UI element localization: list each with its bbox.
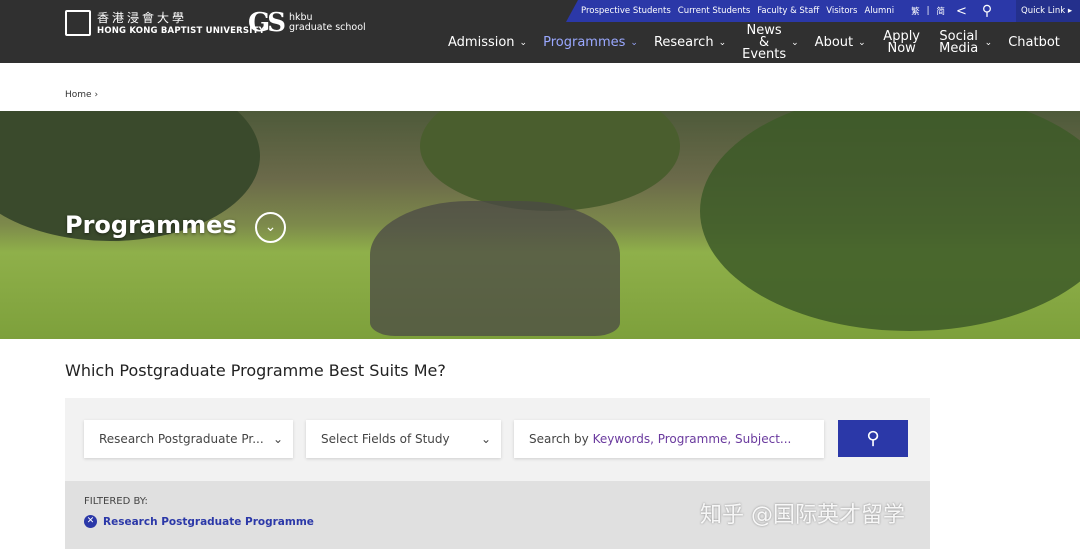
link-alumni[interactable]: Alumni [864, 6, 894, 16]
students-group [370, 201, 620, 336]
search-icon: ⚲ [866, 428, 880, 449]
fields-of-study-select[interactable]: Select Fields of Study ⌄ [306, 420, 501, 458]
select-value: Select Fields of Study [321, 432, 450, 446]
finder-question: Which Postgraduate Programme Best Suits … [65, 361, 446, 380]
chevron-down-icon: ⌄ [519, 37, 528, 48]
chevron-right-icon: › [94, 90, 99, 100]
keyword-search-input[interactable]: Search by Keywords, Programme, Subject..… [514, 420, 824, 458]
chevron-down-circle-icon[interactable]: ⌄ [255, 212, 286, 243]
nav-programmes[interactable]: Programmes ⌄ [543, 34, 638, 50]
link-current[interactable]: Current Students [678, 6, 751, 16]
watermark: 知乎 @国际英才留学 [700, 503, 905, 528]
chevron-down-icon: ⌄ [984, 37, 993, 48]
logo-english: HONG KONG BAPTIST UNIVERSITY [97, 26, 265, 36]
chevron-down-icon: ⌄ [791, 37, 799, 48]
share-icon[interactable]: < [956, 4, 967, 19]
filter-chip-label: Research Postgraduate Programme [103, 515, 314, 528]
lang-simplified[interactable]: 简 [936, 5, 945, 17]
nav-label: Chatbot [1008, 34, 1060, 50]
nav-admission[interactable]: Admission ⌄ [448, 34, 528, 50]
nav-label: Social Media [939, 28, 979, 56]
chevron-down-icon: ⌄ [718, 37, 727, 48]
link-visitors[interactable]: Visitors [826, 6, 857, 16]
quick-link-button[interactable]: Quick Link ▸ [1016, 0, 1080, 22]
hero-banner: Programmes ⌄ [0, 111, 1080, 339]
nav-label: News & Events [742, 22, 787, 62]
nav-label: Research [653, 34, 714, 50]
filtered-by-label: FILTERED BY: [84, 496, 148, 507]
gs-mark: GS [248, 8, 286, 38]
tree-shape [420, 111, 680, 211]
nav-label: Apply Now [883, 28, 920, 56]
search-button[interactable]: ⚲ [838, 420, 908, 457]
graduate-school-logo[interactable]: GS hkbu graduate school [248, 8, 366, 38]
nav-apply-now[interactable]: Apply Now [882, 28, 922, 56]
search-placeholder-prefix: Search by [529, 432, 593, 446]
lang-traditional[interactable]: 繁 [911, 5, 920, 17]
gs-line2: graduate school [288, 22, 366, 33]
nav-label: Admission [448, 34, 515, 50]
programme-type-select[interactable]: Research Postgraduate Pr... ⌄ [84, 420, 293, 458]
nav-label: Programmes [543, 34, 626, 50]
chevron-down-icon: ⌄ [480, 432, 491, 446]
link-prospective[interactable]: Prospective Students [581, 6, 671, 16]
hero-title: Programmes [65, 211, 237, 239]
audience-bar: Prospective Students Current Students Fa… [566, 0, 1016, 22]
nav-research[interactable]: Research ⌄ [653, 34, 727, 50]
chevron-down-icon: ⌄ [272, 432, 283, 446]
search-icon[interactable]: ⚲ [982, 3, 992, 19]
nav-social-media[interactable]: Social Media ⌄ [938, 28, 993, 56]
book-logo-icon [65, 9, 91, 36]
filter-chip[interactable]: ✕ Research Postgraduate Programme [84, 515, 314, 528]
lang-separator: | [926, 6, 930, 16]
link-faculty[interactable]: Faculty & Staff [757, 6, 819, 16]
select-value: Research Postgraduate Pr... [99, 432, 264, 446]
nav-label: About [814, 34, 854, 50]
hkbu-logo[interactable]: 香港浸會大學 HONG KONG BAPTIST UNIVERSITY [65, 9, 265, 36]
logo-chinese: 香港浸會大學 [97, 11, 188, 25]
chevron-down-icon: ⌄ [858, 37, 866, 48]
search-placeholder-hint: Keywords, Programme, Subject... [592, 432, 792, 446]
nav-news-events[interactable]: News & Events ⌄ [742, 22, 799, 62]
breadcrumb: Home › [65, 90, 98, 100]
breadcrumb-home[interactable]: Home [65, 90, 92, 100]
nav-about[interactable]: About ⌄ [814, 34, 866, 50]
chevron-down-icon: ⌄ [630, 37, 638, 48]
plant-shape [700, 111, 1080, 331]
nav-chatbot[interactable]: Chatbot [1008, 34, 1060, 50]
remove-filter-icon[interactable]: ✕ [84, 515, 97, 528]
site-header: 香港浸會大學 HONG KONG BAPTIST UNIVERSITY GS hk… [0, 0, 1080, 63]
main-nav: Admission ⌄ Programmes ⌄ Research ⌄ News & … [448, 22, 1076, 63]
